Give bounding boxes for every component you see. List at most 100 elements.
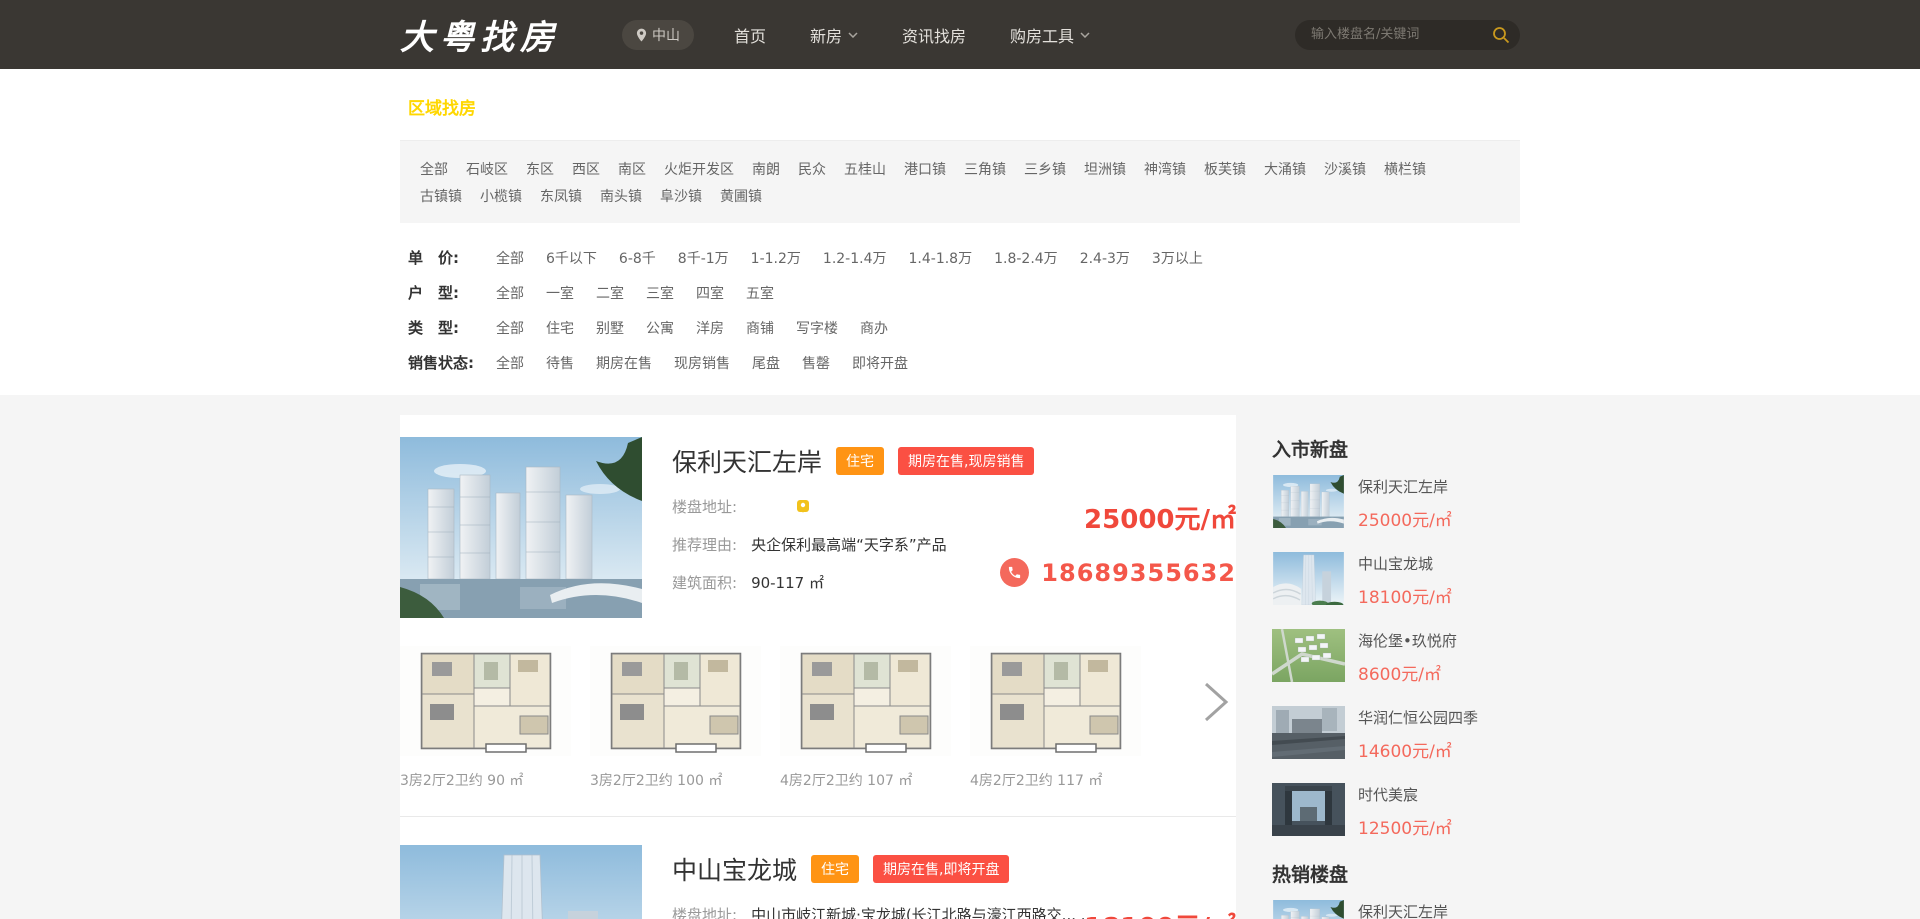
- filter-option[interactable]: 全部: [496, 321, 524, 337]
- filter-option[interactable]: 商铺: [746, 321, 774, 337]
- listing-card: 中山宝龙城 住宅 期房在售,即将开盘 楼盘地址: 中山市岐江新城·宝龙城(长江北…: [400, 845, 1236, 919]
- filter-option[interactable]: 一室: [546, 286, 574, 302]
- listing-title[interactable]: 保利天汇左岸: [672, 443, 822, 479]
- filter-option[interactable]: 即将开盘: [852, 356, 908, 372]
- floorplan-card[interactable]: 3房2厅2卫约 100 ㎡: [590, 646, 761, 790]
- filter-option[interactable]: 二室: [596, 286, 624, 302]
- region-link[interactable]: 南区: [618, 157, 646, 183]
- region-link[interactable]: 东区: [526, 157, 554, 183]
- filter-row-type: 类 型:全部住宅别墅公寓洋房商铺写字楼商办: [408, 311, 1500, 346]
- new-listings-heading: 入市新盘: [1272, 435, 1520, 462]
- nav-news[interactable]: 资讯找房: [902, 23, 966, 47]
- listing-phone[interactable]: 18689355632: [1041, 559, 1236, 587]
- filter-option[interactable]: 三室: [646, 286, 674, 302]
- listing-title[interactable]: 中山宝龙城: [672, 851, 797, 887]
- region-link[interactable]: 民众: [798, 157, 826, 183]
- sidebar-listing-name: 华润仁恒公园四季: [1358, 707, 1478, 728]
- region-link[interactable]: 全部: [420, 157, 448, 183]
- filter-option[interactable]: 四室: [696, 286, 724, 302]
- search-icon[interactable]: [1492, 26, 1510, 44]
- region-link[interactable]: 黄圃镇: [720, 184, 762, 210]
- region-link[interactable]: 西区: [572, 157, 600, 183]
- floorplan-card[interactable]: 3房2厅2卫约 90 ㎡: [400, 646, 571, 790]
- area-label: 建筑面积:: [672, 572, 737, 593]
- region-link[interactable]: 坦洲镇: [1084, 157, 1126, 183]
- filter-option[interactable]: 商办: [860, 321, 888, 337]
- sidebar-listing-item[interactable]: 保利天汇左岸 25000元/㎡: [1272, 900, 1520, 919]
- region-link[interactable]: 石岐区: [466, 157, 508, 183]
- filter-label: 单 价:: [408, 242, 496, 275]
- filter-option[interactable]: 6千以下: [546, 251, 597, 267]
- filter-option[interactable]: 期房在售: [596, 356, 652, 372]
- location-pin-icon: [636, 28, 647, 42]
- region-link[interactable]: 港口镇: [904, 157, 946, 183]
- nav-home[interactable]: 首页: [734, 23, 766, 47]
- region-link[interactable]: 五桂山: [844, 157, 886, 183]
- filter-option[interactable]: 8千-1万: [678, 251, 729, 267]
- region-link[interactable]: 小榄镇: [480, 184, 522, 210]
- filter-option[interactable]: 1-1.2万: [751, 251, 801, 267]
- region-link[interactable]: 沙溪镇: [1324, 157, 1366, 183]
- region-link[interactable]: 阜沙镇: [660, 184, 702, 210]
- filter-option[interactable]: 全部: [496, 251, 524, 267]
- filter-label: 销售状态:: [408, 347, 496, 380]
- filter-option[interactable]: 待售: [546, 356, 574, 372]
- sidebar-listing-item[interactable]: 海伦堡•玖悦府 8600元/㎡: [1272, 629, 1520, 685]
- floorplan-card[interactable]: 4房2厅2卫约 117 ㎡: [970, 646, 1141, 790]
- filter-option[interactable]: 住宅: [546, 321, 574, 337]
- nav-newhomes[interactable]: 新房: [810, 23, 858, 47]
- filter-option[interactable]: 全部: [496, 286, 524, 302]
- region-row: 古镇镇小榄镇东凤镇南头镇阜沙镇黄圃镇: [420, 183, 1500, 210]
- site-logo[interactable]: 大粤找房: [400, 10, 560, 59]
- floorplan-strip: 3房2厅2卫约 90 ㎡ 3房2厅2卫约 100 ㎡ 4房2厅2卫约 107 ㎡…: [400, 646, 1236, 817]
- filter-option[interactable]: 2.4-3万: [1080, 251, 1130, 267]
- region-link[interactable]: 古镇镇: [420, 184, 462, 210]
- region-link[interactable]: 板芙镇: [1204, 157, 1246, 183]
- filter-option[interactable]: 洋房: [696, 321, 724, 337]
- sidebar-listing-item[interactable]: 保利天汇左岸 25000元/㎡: [1272, 475, 1520, 531]
- address-pin-icon[interactable]: [795, 499, 811, 515]
- filter-option[interactable]: 写字楼: [796, 321, 838, 337]
- sidebar-listing-item[interactable]: 中山宝龙城 18100元/㎡: [1272, 552, 1520, 608]
- region-link[interactable]: 三角镇: [964, 157, 1006, 183]
- listing-thumbnail: [1272, 629, 1345, 682]
- arrow-right-icon[interactable]: [1200, 680, 1232, 724]
- sidebar-listing-name: 保利天汇左岸: [1358, 476, 1452, 497]
- floorplan-image: [400, 646, 571, 756]
- region-link[interactable]: 火炬开发区: [664, 157, 734, 183]
- region-link[interactable]: 大涌镇: [1264, 157, 1306, 183]
- region-link[interactable]: 东凤镇: [540, 184, 582, 210]
- filter-option[interactable]: 1.4-1.8万: [909, 251, 973, 267]
- region-link[interactable]: 横栏镇: [1384, 157, 1426, 183]
- filter-option[interactable]: 五室: [746, 286, 774, 302]
- filter-option[interactable]: 尾盘: [752, 356, 780, 372]
- filter-option[interactable]: 公寓: [646, 321, 674, 337]
- filter-option[interactable]: 现房销售: [674, 356, 730, 372]
- filter-option[interactable]: 1.8-2.4万: [994, 251, 1058, 267]
- filter-option[interactable]: 全部: [496, 356, 524, 372]
- region-link[interactable]: 三乡镇: [1024, 157, 1066, 183]
- region-link[interactable]: 南朗: [752, 157, 780, 183]
- reason-text: 央企保利最高端“天字系”产品: [751, 534, 947, 555]
- sidebar-listing-item[interactable]: 华润仁恒公园四季 14600元/㎡: [1272, 706, 1520, 762]
- city-selector[interactable]: 中山: [622, 20, 694, 50]
- region-link[interactable]: 神湾镇: [1144, 157, 1186, 183]
- listing-photo[interactable]: [400, 845, 642, 919]
- region-link[interactable]: 南头镇: [600, 184, 642, 210]
- sidebar-listing-item[interactable]: 时代美宸 12500元/㎡: [1272, 783, 1520, 839]
- listing-photo[interactable]: [400, 437, 642, 618]
- section-title: 区域找房: [408, 99, 476, 119]
- listing-thumbnail: [1272, 475, 1345, 528]
- sidebar-listing-price: 8600元/㎡: [1358, 660, 1457, 685]
- filter-option[interactable]: 售罄: [802, 356, 830, 372]
- filter-option[interactable]: 3万以上: [1152, 251, 1203, 267]
- search-input[interactable]: [1295, 20, 1520, 50]
- filter-option[interactable]: 1.2-1.4万: [823, 251, 887, 267]
- floorplan-card[interactable]: 4房2厅2卫约 107 ㎡: [780, 646, 951, 790]
- listing-price: 18100元/㎡: [936, 907, 1236, 919]
- filter-option[interactable]: 别墅: [596, 321, 624, 337]
- filter-row-price: 单 价:全部 6千以下 6-8千 8千-1万 1-1.2万 1.2-1.4万 1.4-1.8…: [408, 241, 1500, 276]
- nav-tools[interactable]: 购房工具: [1010, 23, 1090, 47]
- filter-option[interactable]: 6-8千: [619, 251, 656, 267]
- area-text: 90-117 ㎡: [751, 572, 824, 593]
